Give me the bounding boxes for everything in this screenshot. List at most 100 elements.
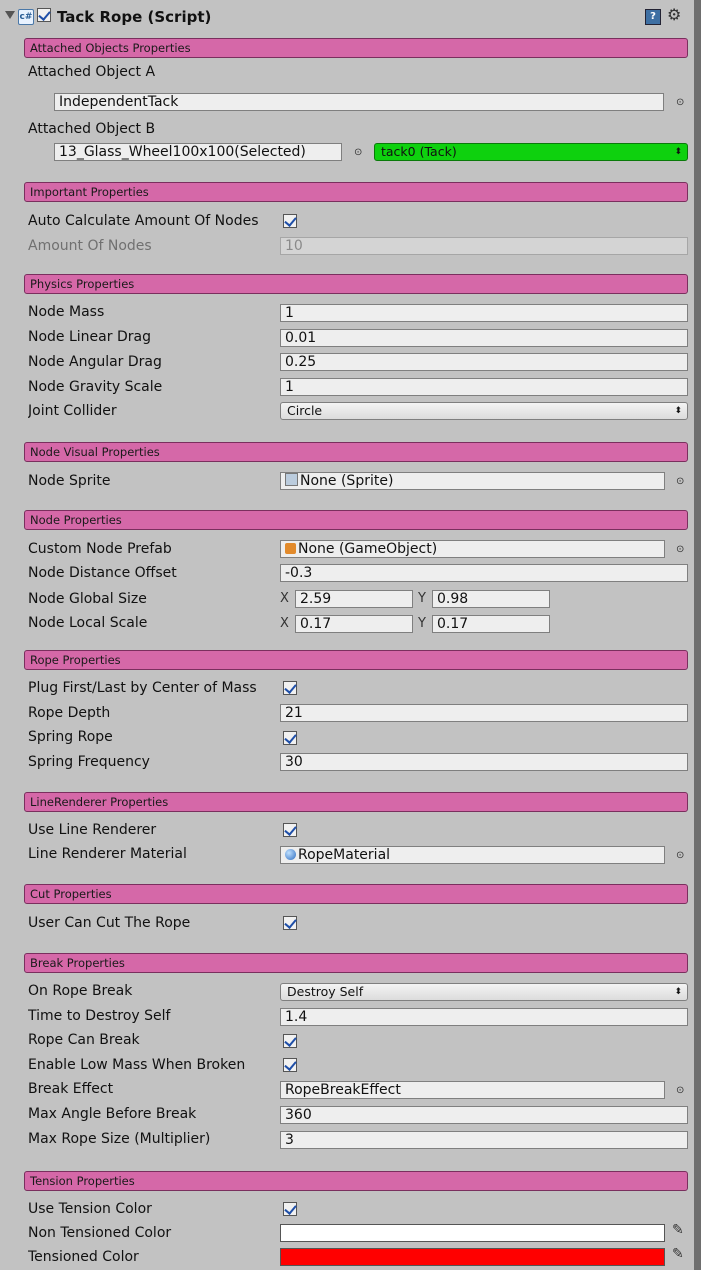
distance-offset-label: Node Distance Offset bbox=[28, 565, 177, 581]
section-attached-objects: Attached Objects Properties bbox=[24, 38, 688, 58]
section-node-visual: Node Visual Properties bbox=[24, 442, 688, 462]
joint-collider-dropdown[interactable]: Circle ⬍ bbox=[280, 402, 688, 420]
linear-drag-label: Node Linear Drag bbox=[28, 329, 151, 345]
spring-rope-label: Spring Rope bbox=[28, 729, 113, 745]
tensioned-color-swatch[interactable] bbox=[280, 1248, 665, 1266]
low-mass-checkbox[interactable] bbox=[283, 1058, 297, 1072]
time-destroy-field[interactable]: 1.4 bbox=[280, 1008, 688, 1026]
attached-b-dropdown[interactable]: tack0 (Tack) ⬍ bbox=[374, 143, 688, 161]
y-letter: Y bbox=[418, 616, 426, 631]
auto-calc-label: Auto Calculate Amount Of Nodes bbox=[28, 213, 259, 229]
y-letter: Y bbox=[418, 591, 426, 606]
max-size-field[interactable]: 3 bbox=[280, 1131, 688, 1149]
node-mass-field[interactable]: 1 bbox=[280, 304, 688, 322]
use-line-renderer-label: Use Line Renderer bbox=[28, 822, 157, 838]
section-line-renderer: LineRenderer Properties bbox=[24, 792, 688, 812]
plug-label: Plug First/Last by Center of Mass bbox=[28, 680, 257, 696]
x-letter: X bbox=[280, 616, 289, 631]
local-scale-label: Node Local Scale bbox=[28, 615, 148, 631]
spring-frequency-field[interactable]: 30 bbox=[280, 753, 688, 771]
global-size-y-field[interactable]: 0.98 bbox=[432, 590, 550, 608]
sprite-icon bbox=[285, 473, 298, 486]
use-line-renderer-checkbox[interactable] bbox=[283, 823, 297, 837]
linear-drag-field[interactable]: 0.01 bbox=[280, 329, 688, 347]
joint-collider-label: Joint Collider bbox=[28, 403, 117, 419]
local-scale-x-field[interactable]: 0.17 bbox=[295, 615, 413, 633]
node-sprite-label: Node Sprite bbox=[28, 473, 111, 489]
attached-a-field[interactable]: IndependentTack bbox=[54, 93, 664, 111]
rope-can-break-checkbox[interactable] bbox=[283, 1034, 297, 1048]
tensioned-color-label: Tensioned Color bbox=[28, 1249, 139, 1265]
max-size-label: Max Rope Size (Multiplier) bbox=[28, 1131, 211, 1147]
rope-can-break-label: Rope Can Break bbox=[28, 1032, 140, 1048]
dropdown-arrow-icon: ⬍ bbox=[674, 987, 682, 997]
global-size-label: Node Global Size bbox=[28, 591, 147, 607]
section-cut: Cut Properties bbox=[24, 884, 688, 904]
gravity-scale-label: Node Gravity Scale bbox=[28, 379, 163, 395]
break-effect-label: Break Effect bbox=[28, 1081, 114, 1097]
on-break-label: On Rope Break bbox=[28, 983, 133, 999]
angular-drag-field[interactable]: 0.25 bbox=[280, 353, 688, 371]
plug-checkbox[interactable] bbox=[283, 681, 297, 695]
component-enabled-checkbox[interactable] bbox=[37, 8, 51, 22]
section-break: Break Properties bbox=[24, 953, 688, 973]
use-tension-color-label: Use Tension Color bbox=[28, 1201, 152, 1217]
user-cut-label: User Can Cut The Rope bbox=[28, 915, 191, 931]
amount-nodes-field: 10 bbox=[280, 237, 688, 255]
auto-calc-checkbox[interactable] bbox=[283, 214, 297, 228]
user-cut-checkbox[interactable] bbox=[283, 916, 297, 930]
eyedropper-icon[interactable]: ✎ bbox=[672, 1222, 684, 1238]
node-mass-label: Node Mass bbox=[28, 304, 105, 320]
distance-offset-field[interactable]: -0.3 bbox=[280, 564, 688, 582]
non-tensioned-color-label: Non Tensioned Color bbox=[28, 1225, 172, 1241]
object-picker-icon[interactable]: ⊙ bbox=[676, 98, 684, 108]
object-picker-icon[interactable]: ⊙ bbox=[676, 1086, 684, 1096]
object-picker-icon[interactable]: ⊙ bbox=[676, 851, 684, 861]
attached-b-field[interactable]: 13_Glass_Wheel100x100(Selected) bbox=[54, 143, 342, 161]
section-node-properties: Node Properties bbox=[24, 510, 688, 530]
node-sprite-field[interactable]: None (Sprite) bbox=[280, 472, 665, 490]
object-picker-icon[interactable]: ⊙ bbox=[676, 545, 684, 555]
angular-drag-label: Node Angular Drag bbox=[28, 354, 162, 370]
section-tension: Tension Properties bbox=[24, 1171, 688, 1191]
spring-frequency-label: Spring Frequency bbox=[28, 754, 150, 770]
component-header: c# Tack Rope (Script) ? ⚙ bbox=[0, 0, 694, 34]
attached-b-label: Attached Object B bbox=[28, 121, 156, 137]
eyedropper-icon[interactable]: ✎ bbox=[672, 1246, 684, 1262]
global-size-x-field[interactable]: 2.59 bbox=[295, 590, 413, 608]
amount-nodes-label: Amount Of Nodes bbox=[28, 238, 152, 254]
max-angle-field[interactable]: 360 bbox=[280, 1106, 688, 1124]
spring-rope-checkbox[interactable] bbox=[283, 731, 297, 745]
custom-prefab-label: Custom Node Prefab bbox=[28, 541, 172, 557]
dropdown-arrow-icon: ⬍ bbox=[674, 406, 682, 416]
object-picker-icon[interactable]: ⊙ bbox=[676, 477, 684, 487]
gear-icon[interactable]: ⚙ bbox=[667, 5, 681, 24]
inspector-scrollbar[interactable] bbox=[694, 0, 701, 1270]
break-effect-field[interactable]: RopeBreakEffect bbox=[280, 1081, 665, 1099]
line-material-label: Line Renderer Material bbox=[28, 846, 187, 862]
inspector-panel: c# Tack Rope (Script) ? ⚙ Attached Objec… bbox=[0, 0, 694, 1270]
custom-prefab-field[interactable]: None (GameObject) bbox=[280, 540, 665, 558]
component-title: Tack Rope (Script) bbox=[57, 8, 212, 26]
dropdown-arrow-icon: ⬍ bbox=[674, 147, 682, 157]
low-mass-label: Enable Low Mass When Broken bbox=[28, 1057, 246, 1073]
section-physics: Physics Properties bbox=[24, 274, 688, 294]
foldout-arrow-icon[interactable] bbox=[5, 11, 15, 19]
attached-a-label: Attached Object A bbox=[28, 64, 156, 80]
section-important: Important Properties bbox=[24, 182, 688, 202]
help-book-icon[interactable]: ? bbox=[645, 9, 661, 25]
object-picker-icon[interactable]: ⊙ bbox=[354, 148, 362, 158]
csharp-script-icon: c# bbox=[18, 9, 34, 25]
rope-depth-field[interactable]: 21 bbox=[280, 704, 688, 722]
time-destroy-label: Time to Destroy Self bbox=[28, 1008, 171, 1024]
rope-depth-label: Rope Depth bbox=[28, 705, 111, 721]
x-letter: X bbox=[280, 591, 289, 606]
non-tensioned-color-swatch[interactable] bbox=[280, 1224, 665, 1242]
use-tension-color-checkbox[interactable] bbox=[283, 1202, 297, 1216]
gameobject-icon bbox=[285, 543, 296, 554]
line-material-field[interactable]: RopeMaterial bbox=[280, 846, 665, 864]
local-scale-y-field[interactable]: 0.17 bbox=[432, 615, 550, 633]
material-sphere-icon bbox=[285, 849, 296, 860]
on-break-dropdown[interactable]: Destroy Self ⬍ bbox=[280, 983, 688, 1001]
gravity-scale-field[interactable]: 1 bbox=[280, 378, 688, 396]
